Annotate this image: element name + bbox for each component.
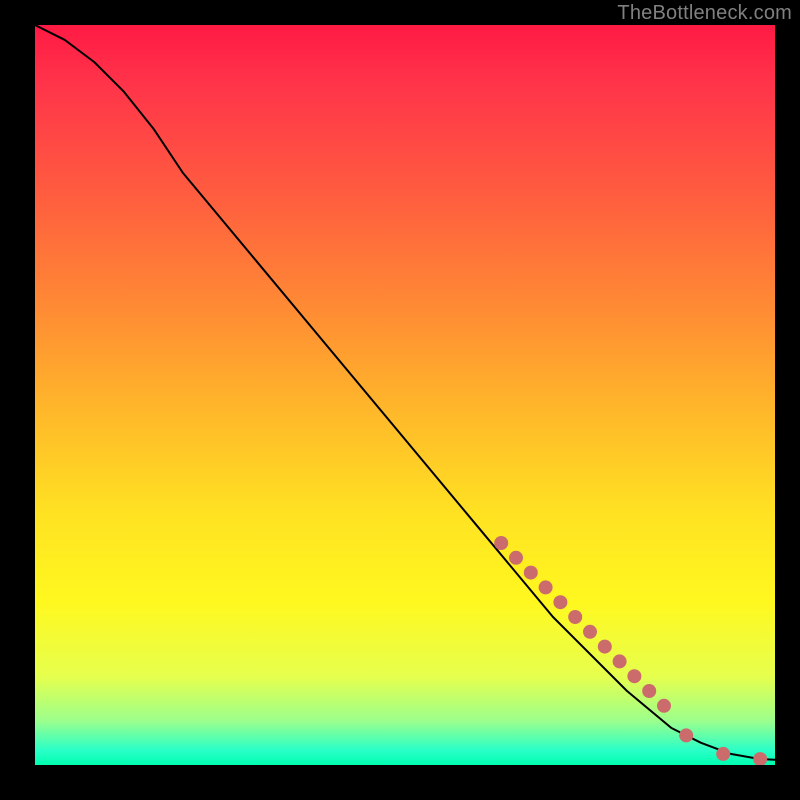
highlight-dot xyxy=(553,595,567,609)
chart-frame: TheBottleneck.com xyxy=(0,0,800,800)
highlight-dot xyxy=(568,610,582,624)
highlight-dot xyxy=(627,669,641,683)
highlight-dot xyxy=(753,752,767,765)
highlight-dot xyxy=(524,566,538,580)
highlight-dot xyxy=(657,699,671,713)
curve-line xyxy=(35,25,775,760)
highlight-dot xyxy=(583,625,597,639)
highlight-dot xyxy=(613,654,627,668)
highlight-dot xyxy=(494,536,508,550)
highlight-dot xyxy=(716,747,730,761)
plot-area xyxy=(35,25,775,765)
highlight-dot xyxy=(598,640,612,654)
highlight-dot xyxy=(539,580,553,594)
highlight-dots xyxy=(494,536,767,765)
watermark-text: TheBottleneck.com xyxy=(617,2,792,25)
highlight-dot xyxy=(679,728,693,742)
chart-overlay xyxy=(35,25,775,765)
highlight-dot xyxy=(642,684,656,698)
highlight-dot xyxy=(509,551,523,565)
